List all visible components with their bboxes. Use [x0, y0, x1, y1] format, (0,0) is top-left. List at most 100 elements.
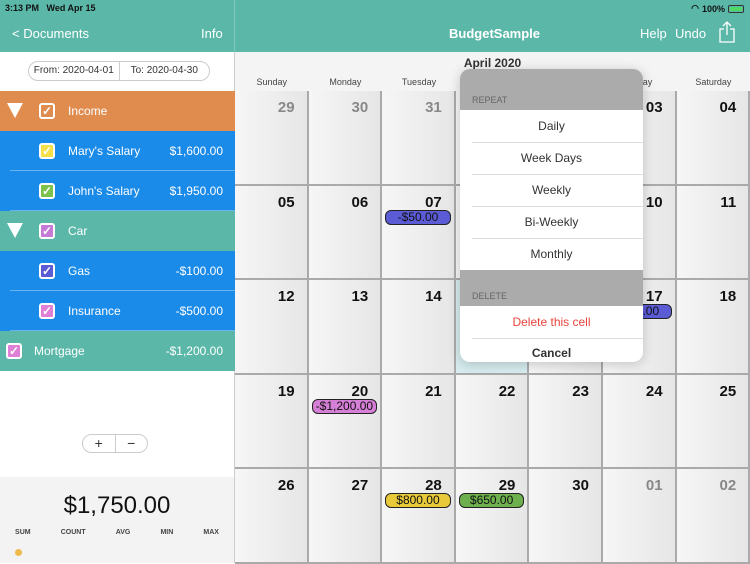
category-row-income[interactable]: ✓ Income	[0, 91, 235, 131]
calendar-day-cell[interactable]: 26	[235, 469, 309, 564]
calendar-day-cell[interactable]: 11	[676, 185, 750, 280]
calendar-day-cell[interactable]: 18	[676, 280, 750, 375]
summary-panel: $1,750.00 SUM COUNT AVG MIN MAX	[0, 477, 234, 563]
calendar-day-cell[interactable]: 01	[603, 469, 677, 564]
day-number: 19	[277, 382, 295, 400]
calendar-day-cell[interactable]: 23	[529, 374, 603, 469]
repeat-option-bi-weekly[interactable]: Bi-Weekly	[460, 206, 643, 238]
category-row-john-s-salary[interactable]: ✓ John's Salary $1,950.00	[0, 171, 235, 211]
stat-count[interactable]: COUNT	[61, 529, 86, 536]
calendar-day-cell[interactable]: 12	[235, 280, 309, 375]
calendar-event[interactable]: $650.00	[458, 493, 525, 508]
day-name: Sunday	[256, 77, 288, 87]
calendar-day-cell[interactable]: 04	[676, 91, 750, 186]
day-number: 04	[719, 99, 737, 116]
delete-cell-button[interactable]: Delete this cell	[460, 306, 643, 338]
day-number: 05	[277, 193, 295, 211]
checkbox-icon[interactable]: ✓	[39, 103, 55, 119]
calendar-day-cell[interactable]: 05	[235, 185, 309, 280]
status-bar: 3:13 PM Wed Apr 15 ◠ 100%	[0, 0, 750, 15]
checkbox-icon[interactable]: ✓	[39, 263, 55, 279]
day-number: 10	[645, 193, 663, 211]
calendar-day-cell[interactable]: 13	[308, 280, 383, 375]
stat-min[interactable]: MIN	[160, 529, 173, 536]
calendar-event[interactable]: $800.00	[385, 493, 451, 508]
calendar-day-cell[interactable]: 02	[676, 469, 750, 564]
documents-back-button[interactable]: < Documents	[12, 26, 89, 41]
row-amount: $1,950.00	[169, 184, 223, 198]
row-amount: $1,600.00	[169, 144, 223, 158]
info-button[interactable]: Info	[201, 26, 223, 41]
add-button[interactable]: +	[83, 435, 115, 452]
selected-indicator	[15, 549, 22, 556]
calendar-day-cell[interactable]: 20 -$1,200.00	[308, 374, 383, 469]
calendar-day-cell[interactable]: 30	[529, 469, 603, 564]
checkbox-icon[interactable]: ✓	[39, 223, 55, 239]
checkbox-icon[interactable]: ✓	[39, 303, 55, 319]
day-number: 01	[645, 477, 663, 494]
share-icon[interactable]	[719, 21, 735, 46]
category-panel: From: 2020-04-01 To: 2020-04-30 ✓ Income ✓…	[0, 52, 235, 563]
date-range-selector[interactable]: From: 2020-04-01 To: 2020-04-30	[28, 61, 210, 81]
stat-avg[interactable]: AVG	[116, 529, 131, 536]
repeat-option-week-days[interactable]: Week Days	[460, 142, 643, 174]
calendar-day-cell[interactable]: 24	[603, 374, 677, 469]
category-row-car[interactable]: ✓ Car	[0, 211, 235, 251]
day-number: 25	[719, 382, 737, 400]
row-amount: -$1,200.00	[165, 344, 223, 358]
row-label: Insurance	[68, 304, 121, 318]
calendar-day-cell[interactable]: 07 -$50.00	[382, 185, 456, 280]
calendar-day-cell[interactable]: 06	[308, 185, 383, 280]
day-number: 02	[719, 477, 737, 494]
calendar-event[interactable]: -$50.00	[385, 209, 451, 225]
day-number: 18	[719, 288, 737, 305]
to-date[interactable]: To: 2020-04-30	[118, 62, 210, 80]
disclosure-triangle-icon[interactable]	[7, 103, 23, 118]
row-label: Car	[68, 224, 88, 238]
wifi-icon: ◠	[691, 3, 699, 13]
category-row-mary-s-salary[interactable]: ✓ Mary's Salary $1,600.00	[0, 131, 235, 171]
day-number: 20	[351, 382, 369, 400]
category-row-mortgage[interactable]: ✓ Mortgage -$1,200.00	[0, 331, 235, 371]
checkbox-icon[interactable]: ✓	[6, 343, 22, 359]
calendar-day-cell[interactable]: 19	[235, 374, 309, 469]
category-row-gas[interactable]: ✓ Gas -$100.00	[0, 251, 235, 291]
summary-total: $1,750.00	[63, 492, 171, 519]
cancel-button[interactable]: Cancel	[460, 338, 643, 362]
calendar-day-cell[interactable]: 29 $650.00	[455, 469, 530, 564]
calendar-day-cell[interactable]: 31	[382, 91, 456, 186]
stat-max[interactable]: MAX	[203, 529, 219, 536]
undo-button[interactable]: Undo	[675, 26, 706, 41]
day-number: 31	[425, 99, 442, 116]
from-date[interactable]: From: 2020-04-01	[29, 62, 119, 80]
repeat-option-weekly[interactable]: Weekly	[460, 174, 643, 206]
repeat-option-daily[interactable]: Daily	[460, 110, 643, 142]
calendar-day-cell[interactable]: 21	[382, 374, 456, 469]
nav-bar: < Documents Info BudgetSample Help Undo	[0, 0, 750, 52]
category-row-insurance[interactable]: ✓ Insurance -$500.00	[0, 291, 235, 331]
day-number: 17	[645, 288, 663, 305]
cell-options-popover: REPEAT Daily Week Days Weekly Bi-Weekly Mont…	[460, 69, 643, 362]
day-number: 14	[425, 288, 442, 305]
calendar-day-cell[interactable]: 29	[235, 91, 309, 186]
calendar-day-cell[interactable]: 28 $800.00	[382, 469, 456, 564]
calendar-day-cell[interactable]: 30	[308, 91, 383, 186]
row-amount: -$100.00	[175, 264, 223, 278]
remove-button[interactable]: −	[114, 435, 148, 452]
day-number: 24	[645, 382, 663, 400]
calendar-day-cell[interactable]: 14	[382, 280, 456, 375]
calendar-day-cell[interactable]: 27	[308, 469, 383, 564]
checkbox-icon[interactable]: ✓	[39, 183, 55, 199]
help-button[interactable]: Help	[640, 26, 667, 41]
status-time: 3:13 PM Wed Apr 15	[5, 3, 96, 13]
stat-sum[interactable]: SUM	[15, 529, 31, 536]
checkbox-icon[interactable]: ✓	[39, 143, 55, 159]
day-number: 30	[572, 477, 589, 494]
disclosure-triangle-icon[interactable]	[7, 223, 23, 238]
calendar-event[interactable]: -$1,200.00	[311, 398, 378, 414]
calendar-day-cell[interactable]: 25	[676, 374, 750, 469]
day-name: Tuesday	[401, 77, 437, 87]
day-number: 30	[351, 99, 369, 116]
repeat-option-monthly[interactable]: Monthly	[460, 238, 643, 270]
calendar-day-cell[interactable]: 22	[455, 374, 530, 469]
